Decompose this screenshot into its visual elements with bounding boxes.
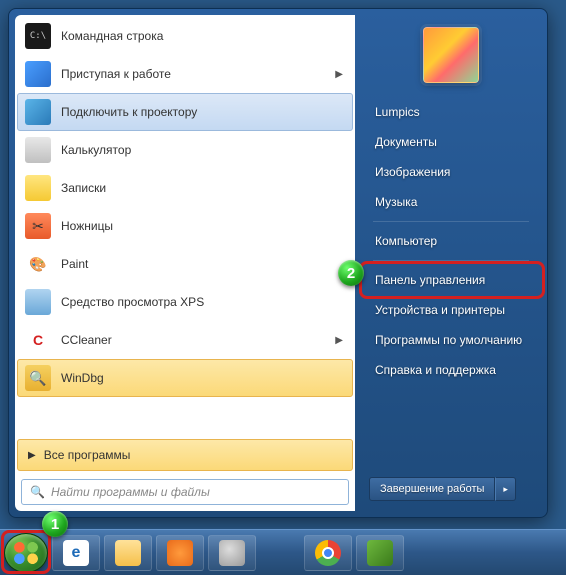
program-item-snipping-tool[interactable]: ✂ Ножницы bbox=[17, 207, 353, 245]
program-label: Подключить к проектору bbox=[61, 105, 197, 119]
search-input[interactable]: 🔍 Найти программы и файлы bbox=[21, 479, 349, 505]
taskbar-item-chrome[interactable] bbox=[304, 535, 352, 571]
separator bbox=[373, 221, 529, 222]
right-label: Справка и поддержка bbox=[375, 363, 496, 377]
xps-icon bbox=[25, 289, 51, 315]
program-label: Записки bbox=[61, 181, 106, 195]
windbg-icon: 🔍 bbox=[25, 365, 51, 391]
submenu-arrow-icon: ▶ bbox=[335, 69, 343, 80]
app-icon bbox=[219, 540, 245, 566]
annotation-badge-1: 1 bbox=[42, 511, 68, 537]
all-programs-label: Все программы bbox=[44, 448, 131, 462]
right-label: Устройства и принтеры bbox=[375, 303, 505, 317]
program-label: Командная строка bbox=[61, 29, 163, 43]
media-player-icon bbox=[167, 540, 193, 566]
right-label: Lumpics bbox=[375, 105, 420, 119]
right-item-user[interactable]: Lumpics bbox=[363, 97, 539, 127]
program-label: Калькулятор bbox=[61, 143, 131, 157]
shutdown-row: Завершение работы ▸ bbox=[363, 477, 539, 505]
submenu-arrow-icon: ▶ bbox=[335, 335, 343, 346]
right-label: Изображения bbox=[375, 165, 450, 179]
program-item-paint[interactable]: 🎨 Paint bbox=[17, 245, 353, 283]
program-label: WinDbg bbox=[61, 371, 104, 385]
right-item-help[interactable]: Справка и поддержка bbox=[363, 355, 539, 385]
shutdown-label: Завершение работы bbox=[380, 483, 484, 495]
right-item-documents[interactable]: Документы bbox=[363, 127, 539, 157]
shutdown-options-button[interactable]: ▸ bbox=[495, 477, 516, 501]
annotation-badge-2: 2 bbox=[338, 260, 364, 286]
ie-icon: e bbox=[63, 540, 89, 566]
right-item-pictures[interactable]: Изображения bbox=[363, 157, 539, 187]
chrome-icon bbox=[315, 540, 341, 566]
taskbar-item-app[interactable] bbox=[208, 535, 256, 571]
right-label: Документы bbox=[375, 135, 437, 149]
right-item-computer[interactable]: Компьютер bbox=[363, 226, 539, 256]
program-item-xps-viewer[interactable]: Средство просмотра XPS bbox=[17, 283, 353, 321]
program-item-windbg[interactable]: 🔍 WinDbg bbox=[17, 359, 353, 397]
user-picture[interactable] bbox=[423, 27, 479, 83]
right-label: Панель управления bbox=[375, 273, 485, 287]
search-icon: 🔍 bbox=[30, 485, 45, 499]
program-item-calculator[interactable]: Калькулятор bbox=[17, 131, 353, 169]
start-menu-right-panel: Lumpics Документы Изображения Музыка Ком… bbox=[355, 9, 547, 517]
projector-icon bbox=[25, 99, 51, 125]
program-item-projector[interactable]: Подключить к проектору bbox=[17, 93, 353, 131]
paint-icon: 🎨 bbox=[25, 251, 51, 277]
right-item-music[interactable]: Музыка bbox=[363, 187, 539, 217]
programs-list: C:\ Командная строка Приступая к работе … bbox=[15, 15, 355, 437]
calculator-icon bbox=[25, 137, 51, 163]
start-button[interactable] bbox=[4, 533, 48, 573]
taskbar-item-app2[interactable] bbox=[356, 535, 404, 571]
program-label: Ножницы bbox=[61, 219, 113, 233]
right-item-devices[interactable]: Устройства и принтеры bbox=[363, 295, 539, 325]
cube-icon bbox=[367, 540, 393, 566]
program-item-ccleaner[interactable]: C CCleaner ▶ bbox=[17, 321, 353, 359]
taskbar-item-explorer[interactable] bbox=[104, 535, 152, 571]
program-label: CCleaner bbox=[61, 333, 112, 347]
cmd-icon: C:\ bbox=[25, 23, 51, 49]
separator bbox=[373, 260, 529, 261]
taskbar-item-wmp[interactable] bbox=[156, 535, 204, 571]
folder-icon bbox=[115, 540, 141, 566]
start-menu-left-panel: C:\ Командная строка Приступая к работе … bbox=[15, 15, 355, 511]
arrow-right-icon: ▶ bbox=[28, 450, 36, 461]
sticky-notes-icon bbox=[25, 175, 51, 201]
shutdown-button[interactable]: Завершение работы bbox=[369, 477, 495, 501]
program-label: Приступая к работе bbox=[61, 67, 171, 81]
right-label: Программы по умолчанию bbox=[375, 333, 522, 347]
getting-started-icon bbox=[25, 61, 51, 87]
ccleaner-icon: C bbox=[25, 327, 51, 353]
scissors-icon: ✂ bbox=[25, 213, 51, 239]
program-item-sticky-notes[interactable]: Записки bbox=[17, 169, 353, 207]
right-label: Музыка bbox=[375, 195, 417, 209]
all-programs-button[interactable]: ▶ Все программы bbox=[17, 439, 353, 471]
right-item-control-panel[interactable]: Панель управления bbox=[363, 265, 539, 295]
taskbar-item-ie[interactable]: e bbox=[52, 535, 100, 571]
start-menu: C:\ Командная строка Приступая к работе … bbox=[8, 8, 548, 518]
program-label: Средство просмотра XPS bbox=[61, 295, 204, 309]
program-item-getting-started[interactable]: Приступая к работе ▶ bbox=[17, 55, 353, 93]
taskbar: e bbox=[0, 529, 566, 575]
program-item-cmd[interactable]: C:\ Командная строка bbox=[17, 17, 353, 55]
right-item-default-programs[interactable]: Программы по умолчанию bbox=[363, 325, 539, 355]
chevron-right-icon: ▸ bbox=[503, 484, 508, 494]
search-placeholder: Найти программы и файлы bbox=[51, 485, 210, 499]
program-label: Paint bbox=[61, 257, 88, 271]
right-label: Компьютер bbox=[375, 234, 437, 248]
